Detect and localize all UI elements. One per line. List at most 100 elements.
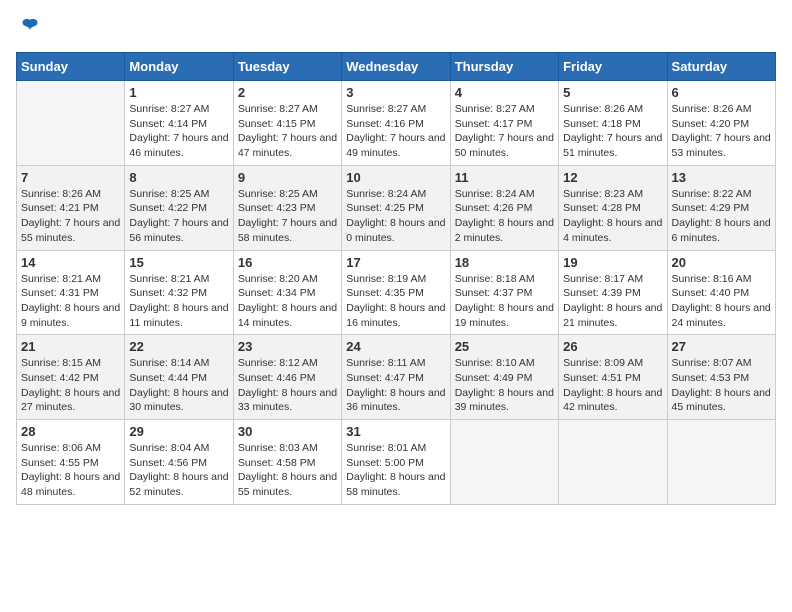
calendar-week-2: 7 Sunrise: 8:26 AMSunset: 4:21 PMDaylight…	[17, 165, 776, 250]
day-number: 31	[346, 424, 445, 439]
day-info: Sunrise: 8:19 AMSunset: 4:35 PMDaylight:…	[346, 272, 445, 331]
day-info: Sunrise: 8:01 AMSunset: 5:00 PMDaylight:…	[346, 441, 445, 500]
day-info: Sunrise: 8:18 AMSunset: 4:37 PMDaylight:…	[455, 272, 554, 331]
calendar-cell	[667, 420, 775, 505]
day-info: Sunrise: 8:24 AMSunset: 4:26 PMDaylight:…	[455, 187, 554, 246]
day-number: 27	[672, 339, 771, 354]
calendar-cell: 24 Sunrise: 8:11 AMSunset: 4:47 PMDayligh…	[342, 335, 450, 420]
calendar-cell: 1 Sunrise: 8:27 AMSunset: 4:14 PMDaylight…	[125, 81, 233, 166]
calendar-cell: 25 Sunrise: 8:10 AMSunset: 4:49 PMDayligh…	[450, 335, 558, 420]
day-number: 18	[455, 255, 554, 270]
day-info: Sunrise: 8:06 AMSunset: 4:55 PMDaylight:…	[21, 441, 120, 500]
day-info: Sunrise: 8:26 AMSunset: 4:20 PMDaylight:…	[672, 102, 771, 161]
calendar-cell: 31 Sunrise: 8:01 AMSunset: 5:00 PMDayligh…	[342, 420, 450, 505]
day-info: Sunrise: 8:17 AMSunset: 4:39 PMDaylight:…	[563, 272, 662, 331]
calendar-cell: 8 Sunrise: 8:25 AMSunset: 4:22 PMDaylight…	[125, 165, 233, 250]
calendar-cell: 18 Sunrise: 8:18 AMSunset: 4:37 PMDayligh…	[450, 250, 558, 335]
weekday-tuesday: Tuesday	[233, 53, 341, 81]
calendar-cell: 20Sunrise: 8:16 AMSunset: 4:40 PMDayligh…	[667, 250, 775, 335]
calendar-cell: 6 Sunrise: 8:26 AMSunset: 4:20 PMDaylight…	[667, 81, 775, 166]
weekday-thursday: Thursday	[450, 53, 558, 81]
day-number: 3	[346, 85, 445, 100]
day-info: Sunrise: 8:20 AMSunset: 4:34 PMDaylight:…	[238, 272, 337, 331]
day-info: Sunrise: 8:27 AMSunset: 4:16 PMDaylight:…	[346, 102, 445, 161]
day-info: Sunrise: 8:09 AMSunset: 4:51 PMDaylight:…	[563, 356, 662, 415]
calendar-cell: 7 Sunrise: 8:26 AMSunset: 4:21 PMDaylight…	[17, 165, 125, 250]
day-number: 12	[563, 170, 662, 185]
calendar-cell: 3 Sunrise: 8:27 AMSunset: 4:16 PMDaylight…	[342, 81, 450, 166]
day-number: 5	[563, 85, 662, 100]
day-number: 7	[21, 170, 120, 185]
day-number: 25	[455, 339, 554, 354]
day-info: Sunrise: 8:27 AMSunset: 4:15 PMDaylight:…	[238, 102, 337, 161]
calendar-week-5: 28 Sunrise: 8:06 AMSunset: 4:55 PMDayligh…	[17, 420, 776, 505]
page-header	[16, 16, 776, 40]
calendar-cell: 23 Sunrise: 8:12 AMSunset: 4:46 PMDayligh…	[233, 335, 341, 420]
day-info: Sunrise: 8:12 AMSunset: 4:46 PMDaylight:…	[238, 356, 337, 415]
calendar-cell: 19 Sunrise: 8:17 AMSunset: 4:39 PMDayligh…	[559, 250, 667, 335]
weekday-monday: Monday	[125, 53, 233, 81]
day-info: Sunrise: 8:25 AMSunset: 4:22 PMDaylight:…	[129, 187, 228, 246]
day-number: 8	[129, 170, 228, 185]
calendar-cell: 14Sunrise: 8:21 AMSunset: 4:31 PMDayligh…	[17, 250, 125, 335]
calendar-cell: 30 Sunrise: 8:03 AMSunset: 4:58 PMDayligh…	[233, 420, 341, 505]
calendar-cell	[450, 420, 558, 505]
day-info: Sunrise: 8:03 AMSunset: 4:58 PMDaylight:…	[238, 441, 337, 500]
calendar-week-3: 14Sunrise: 8:21 AMSunset: 4:31 PMDayligh…	[17, 250, 776, 335]
day-number: 16	[238, 255, 337, 270]
day-number: 28	[21, 424, 120, 439]
day-info: Sunrise: 8:24 AMSunset: 4:25 PMDaylight:…	[346, 187, 445, 246]
day-number: 2	[238, 85, 337, 100]
calendar-cell: 15Sunrise: 8:21 AMSunset: 4:32 PMDayligh…	[125, 250, 233, 335]
day-info: Sunrise: 8:26 AMSunset: 4:18 PMDaylight:…	[563, 102, 662, 161]
day-info: Sunrise: 8:21 AMSunset: 4:31 PMDaylight:…	[21, 272, 120, 331]
day-number: 17	[346, 255, 445, 270]
day-number: 1	[129, 85, 228, 100]
day-info: Sunrise: 8:21 AMSunset: 4:32 PMDaylight:…	[129, 272, 228, 331]
day-number: 30	[238, 424, 337, 439]
calendar-week-1: 1 Sunrise: 8:27 AMSunset: 4:14 PMDaylight…	[17, 81, 776, 166]
calendar-week-4: 21Sunrise: 8:15 AMSunset: 4:42 PMDayligh…	[17, 335, 776, 420]
day-info: Sunrise: 8:10 AMSunset: 4:49 PMDaylight:…	[455, 356, 554, 415]
calendar-cell: 11 Sunrise: 8:24 AMSunset: 4:26 PMDayligh…	[450, 165, 558, 250]
day-number: 6	[672, 85, 771, 100]
day-number: 19	[563, 255, 662, 270]
weekday-friday: Friday	[559, 53, 667, 81]
weekday-header-row: SundayMondayTuesdayWednesdayThursdayFrid…	[17, 53, 776, 81]
day-info: Sunrise: 8:27 AMSunset: 4:17 PMDaylight:…	[455, 102, 554, 161]
day-number: 24	[346, 339, 445, 354]
day-info: Sunrise: 8:26 AMSunset: 4:21 PMDaylight:…	[21, 187, 120, 246]
calendar-cell: 16 Sunrise: 8:20 AMSunset: 4:34 PMDayligh…	[233, 250, 341, 335]
calendar-cell: 2 Sunrise: 8:27 AMSunset: 4:15 PMDaylight…	[233, 81, 341, 166]
calendar-cell: 28 Sunrise: 8:06 AMSunset: 4:55 PMDayligh…	[17, 420, 125, 505]
day-number: 9	[238, 170, 337, 185]
calendar-cell: 29 Sunrise: 8:04 AMSunset: 4:56 PMDayligh…	[125, 420, 233, 505]
day-number: 29	[129, 424, 228, 439]
calendar-cell: 4Sunrise: 8:27 AMSunset: 4:17 PMDaylight…	[450, 81, 558, 166]
calendar-cell: 13 Sunrise: 8:22 AMSunset: 4:29 PMDayligh…	[667, 165, 775, 250]
logo	[16, 16, 42, 40]
day-info: Sunrise: 8:27 AMSunset: 4:14 PMDaylight:…	[129, 102, 228, 161]
weekday-wednesday: Wednesday	[342, 53, 450, 81]
calendar-cell: 22Sunrise: 8:14 AMSunset: 4:44 PMDayligh…	[125, 335, 233, 420]
calendar-cell: 10Sunrise: 8:24 AMSunset: 4:25 PMDayligh…	[342, 165, 450, 250]
day-info: Sunrise: 8:16 AMSunset: 4:40 PMDaylight:…	[672, 272, 771, 331]
weekday-sunday: Sunday	[17, 53, 125, 81]
day-number: 23	[238, 339, 337, 354]
calendar-cell	[559, 420, 667, 505]
calendar-cell: 21Sunrise: 8:15 AMSunset: 4:42 PMDayligh…	[17, 335, 125, 420]
calendar-cell: 12Sunrise: 8:23 AMSunset: 4:28 PMDayligh…	[559, 165, 667, 250]
day-info: Sunrise: 8:22 AMSunset: 4:29 PMDaylight:…	[672, 187, 771, 246]
day-info: Sunrise: 8:25 AMSunset: 4:23 PMDaylight:…	[238, 187, 337, 246]
day-info: Sunrise: 8:04 AMSunset: 4:56 PMDaylight:…	[129, 441, 228, 500]
day-info: Sunrise: 8:14 AMSunset: 4:44 PMDaylight:…	[129, 356, 228, 415]
calendar-cell	[17, 81, 125, 166]
day-info: Sunrise: 8:11 AMSunset: 4:47 PMDaylight:…	[346, 356, 445, 415]
weekday-saturday: Saturday	[667, 53, 775, 81]
day-number: 11	[455, 170, 554, 185]
day-number: 21	[21, 339, 120, 354]
logo-bird-icon	[18, 16, 42, 40]
day-number: 13	[672, 170, 771, 185]
calendar-cell: 26Sunrise: 8:09 AMSunset: 4:51 PMDayligh…	[559, 335, 667, 420]
calendar-cell: 9 Sunrise: 8:25 AMSunset: 4:23 PMDaylight…	[233, 165, 341, 250]
